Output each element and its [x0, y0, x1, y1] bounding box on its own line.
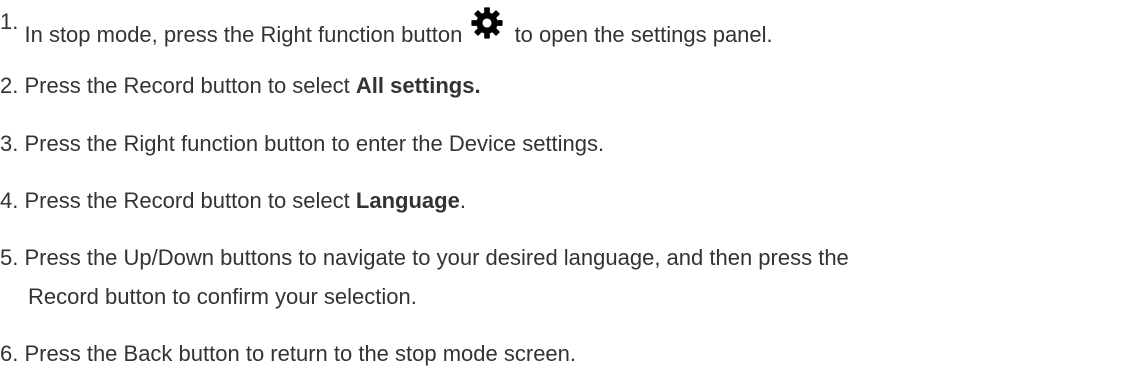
- step-text-before: Press the Up/Down buttons to navigate to…: [24, 245, 849, 270]
- step-text-before: Press the Right function button to enter…: [24, 131, 605, 156]
- instruction-steps: 1. In stop mode, press the Right functio…: [0, 0, 1144, 392]
- step-text-before: Press the Record button to select: [24, 73, 350, 98]
- step-1: 1. In stop mode, press the Right functio…: [0, 7, 773, 51]
- step-number: 2.: [0, 73, 19, 98]
- step-number: 1.: [0, 9, 19, 34]
- step-text: In stop mode, press the Right function b…: [24, 7, 773, 47]
- step-5-continuation: Record button to confirm your selection.: [28, 277, 417, 317]
- step-3: 3. Press the Right function button to en…: [0, 124, 604, 164]
- step-6: 6. Press the Back button to return to th…: [0, 334, 576, 374]
- step-text-before: In stop mode, press the Right function b…: [24, 22, 463, 47]
- step-number: 5.: [0, 245, 19, 270]
- step-number: 3.: [0, 131, 19, 156]
- step-2: 2. Press the Record button to select All…: [0, 66, 481, 106]
- step-text-after: to open the settings panel.: [514, 22, 773, 47]
- step-text-bold: Language: [355, 188, 460, 213]
- step-5: 5. Press the Up/Down buttons to navigate…: [0, 238, 849, 278]
- step-text-bold: All settings.: [355, 73, 481, 98]
- step-text-before: Press the Record button to select: [24, 188, 350, 213]
- step-text-continuation: Record button to confirm your selection.: [28, 284, 417, 309]
- step-4: 4. Press the Record button to select Lan…: [0, 181, 466, 221]
- step-text-before: Press the Back button to return to the s…: [24, 341, 577, 366]
- step-text-after: .: [459, 188, 466, 213]
- step-number: 4.: [0, 188, 19, 213]
- gear-icon: [471, 7, 504, 39]
- step-number: 6.: [0, 341, 19, 366]
